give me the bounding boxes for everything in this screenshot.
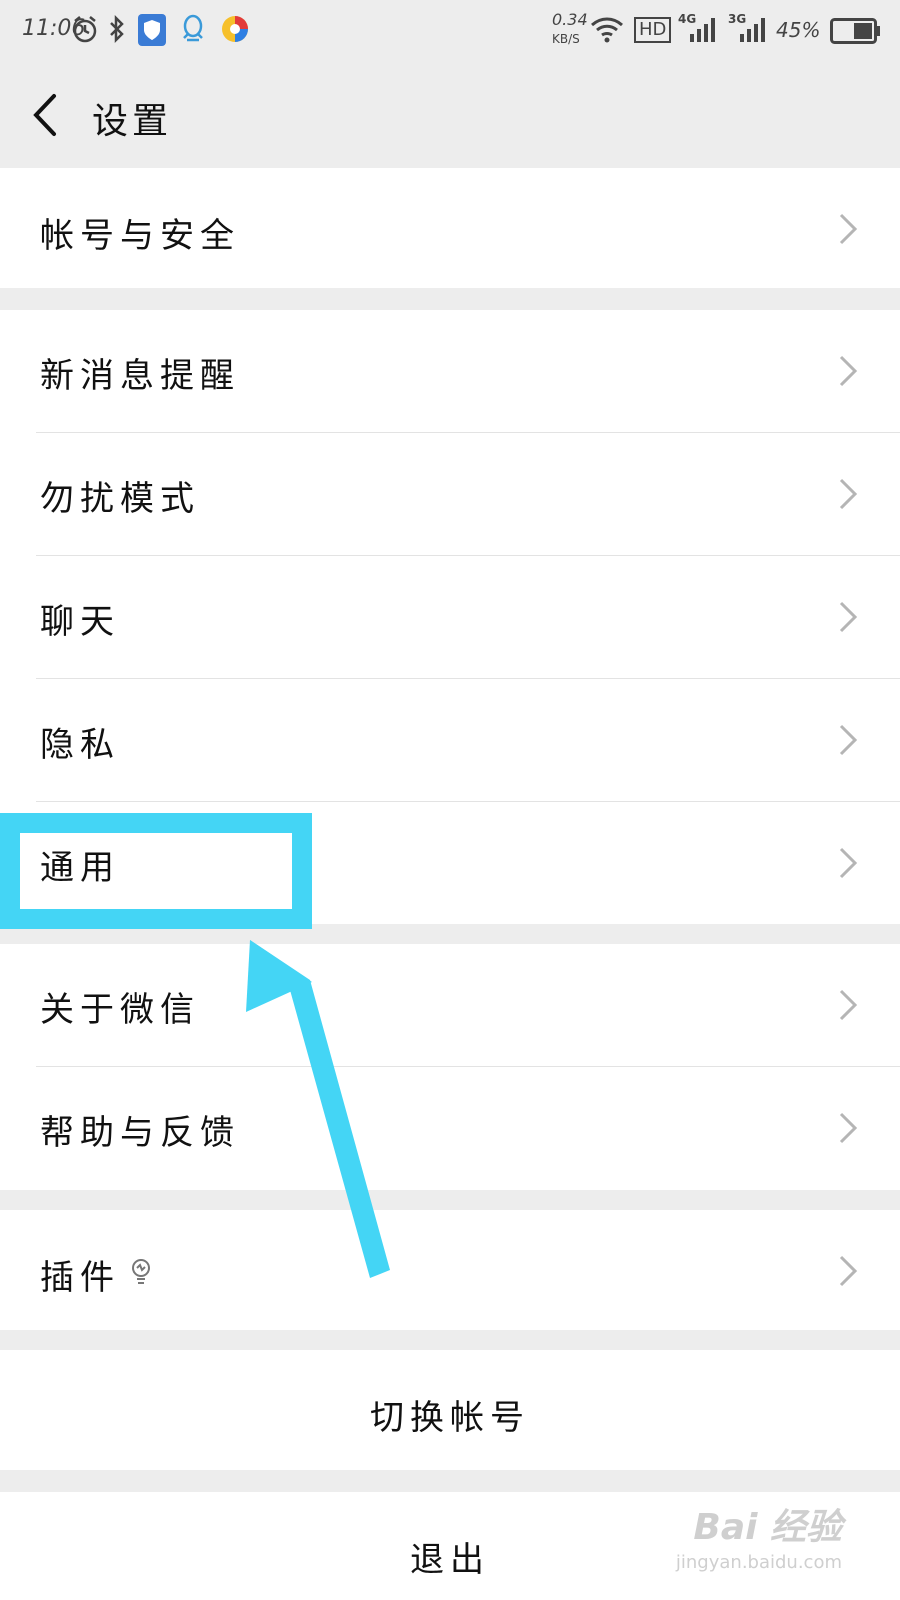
browser-icon: [222, 16, 248, 42]
settings-item-plugins[interactable]: 插件: [0, 1210, 900, 1330]
settings-item-label: 帮助与反馈: [40, 1113, 240, 1153]
watermark-logo: Bai 经验: [693, 1507, 842, 1548]
settings-item-label: 插件: [40, 1258, 120, 1298]
watermark: Bai 经验 jingyan.baidu.com: [676, 1498, 842, 1573]
chevron-right-icon: [839, 1112, 858, 1144]
settings-group-3: 关于微信 帮助与反馈: [0, 944, 900, 1190]
settings-item-new-message-alert[interactable]: 新消息提醒: [0, 310, 900, 432]
alarm-icon: [73, 16, 97, 43]
settings-item-about-wechat[interactable]: 关于微信: [0, 944, 900, 1066]
chevron-right-icon: [839, 724, 858, 756]
status-bar: 11:06 0.34 KB/S HD 4G 3G 45%: [0, 0, 900, 62]
chevron-right-icon: [839, 989, 858, 1021]
settings-item-label: 隐私: [40, 725, 120, 765]
chevron-right-icon: [839, 213, 858, 245]
qq-icon: [183, 14, 203, 42]
annotation-arrow-icon: [246, 940, 390, 1278]
shield-icon: [138, 14, 166, 46]
settings-item-chat[interactable]: 聊天: [0, 556, 900, 678]
settings-item-account-security[interactable]: 帐号与安全: [0, 168, 900, 288]
highlight-box: [0, 813, 312, 929]
chevron-right-icon: [839, 847, 858, 879]
settings-item-do-not-disturb[interactable]: 勿扰模式: [0, 433, 900, 555]
chevron-right-icon: [839, 1255, 858, 1287]
watermark-url: jingyan.baidu.com: [675, 1552, 842, 1573]
signal-4g-icon: [690, 18, 715, 42]
bluetooth-icon: [110, 14, 124, 44]
settings-item-help-feedback[interactable]: 帮助与反馈: [0, 1067, 900, 1190]
battery-percent: 45%: [776, 18, 821, 42]
lightbulb-icon: [132, 1259, 150, 1284]
wifi-icon: [591, 17, 623, 43]
switch-account-label: 切换帐号: [370, 1398, 530, 1438]
settings-item-label: 勿扰模式: [40, 479, 200, 519]
back-arrow-icon[interactable]: [30, 92, 64, 138]
settings-item-label: 关于微信: [40, 990, 200, 1030]
settings-item-label: 新消息提醒: [40, 356, 240, 396]
battery-icon: [830, 18, 880, 44]
signal-3g-icon: [740, 18, 765, 42]
hd-badge: HD: [634, 17, 672, 43]
header: 设置: [0, 62, 900, 166]
chevron-right-icon: [839, 355, 858, 387]
switch-account-button[interactable]: 切换帐号: [0, 1350, 900, 1470]
settings-item-privacy[interactable]: 隐私: [0, 679, 900, 801]
settings-item-label: 聊天: [40, 602, 120, 642]
page-title: 设置: [92, 101, 173, 142]
settings-item-label: 帐号与安全: [40, 216, 240, 256]
net-speed-unit: KB/S: [552, 32, 580, 46]
chevron-right-icon: [839, 601, 858, 633]
chevron-right-icon: [839, 478, 858, 510]
net-speed: 0.34: [552, 10, 588, 29]
